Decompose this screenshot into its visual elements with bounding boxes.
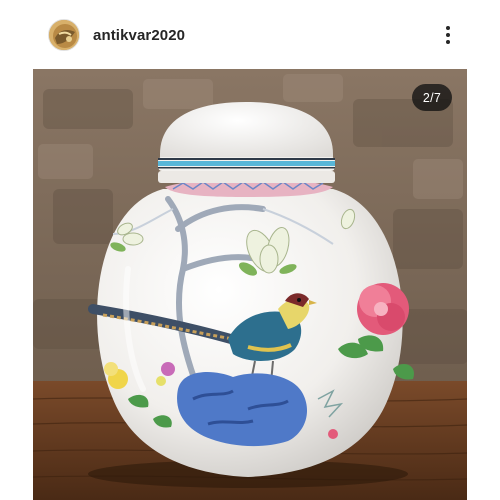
avatar-image [49, 20, 79, 50]
more-options-button[interactable] [436, 20, 460, 50]
avatar[interactable] [48, 19, 80, 51]
post-header: antikvar2020 [0, 0, 500, 70]
username[interactable]: antikvar2020 [93, 27, 436, 44]
media-counter-badge: 2/7 [412, 84, 452, 111]
post-media[interactable]: 2/7 [33, 69, 467, 500]
more-vertical-icon [446, 26, 450, 44]
post-photo [33, 69, 467, 500]
